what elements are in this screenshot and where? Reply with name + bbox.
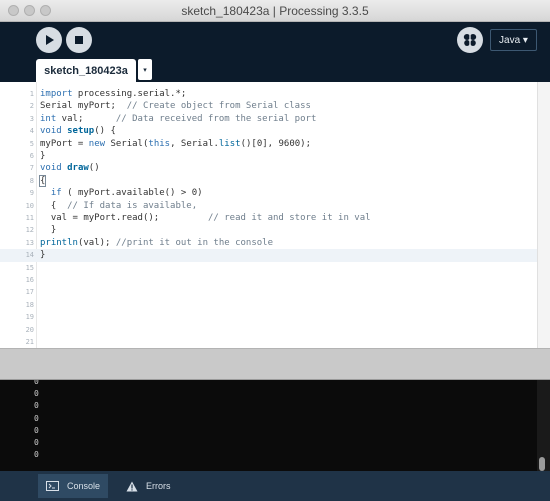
code-line[interactable]: 6}: [0, 150, 537, 162]
stop-button[interactable]: [66, 27, 92, 53]
editor-scrollbar[interactable]: [537, 82, 550, 348]
code-line[interactable]: 1 import processing.serial.*;: [0, 88, 537, 100]
code-text: }: [40, 151, 46, 161]
terminal-icon: [46, 481, 59, 491]
code-text: if ( myPort.available() > 0): [50, 188, 203, 199]
toolbar: Java ▾: [0, 22, 550, 58]
console-line: 0: [34, 450, 39, 460]
code-text: int val; // Data received from the seria…: [40, 113, 317, 124]
bottom-bar: Console Errors: [0, 471, 550, 501]
line-number: 5: [29, 139, 34, 148]
code-line[interactable]: 14}: [0, 249, 537, 262]
title-bar: sketch_180423a | Processing 3.3.5: [0, 0, 550, 22]
mode-selector[interactable]: Java ▾: [490, 29, 537, 51]
line-number: 1: [29, 90, 34, 98]
warning-icon: [126, 481, 138, 491]
code-text: }: [40, 250, 46, 261]
line-number: 15: [25, 263, 34, 272]
line-number: 18: [25, 300, 34, 309]
tab-errors[interactable]: Errors: [126, 474, 186, 498]
line-number: 20: [25, 325, 34, 334]
console-line: 0: [34, 438, 39, 447]
line-number: 19: [25, 313, 34, 322]
butterfly-debug-icon: [463, 34, 477, 46]
line-number: 2: [29, 102, 34, 111]
code-line[interactable]: 15: [0, 262, 537, 274]
code-text: void draw(): [40, 163, 100, 174]
play-icon: [46, 35, 54, 45]
code-editor[interactable]: 1 import processing.serial.*; 2 Serial myPo…: [0, 82, 537, 348]
code-text: val = myPort.read(); // read it and stor…: [40, 213, 371, 223]
code-text: Serial myPort; // Create object from Ser…: [40, 101, 311, 112]
code-line[interactable]: 7 void draw(): [0, 162, 537, 174]
console-line: 0: [34, 413, 39, 423]
code-text: }: [40, 225, 57, 236]
code-text: println(val); //print it out in the cons…: [40, 237, 274, 248]
code-text: { // If data is available,: [40, 200, 198, 211]
stop-icon: [75, 36, 83, 44]
code-text: import processing.serial.*;: [40, 89, 187, 99]
console-line: 0: [34, 380, 39, 386]
line-number: 10: [25, 201, 34, 210]
code-line[interactable]: 12 }: [0, 224, 537, 236]
run-button[interactable]: [36, 27, 62, 53]
code-line[interactable]: 20: [0, 324, 537, 336]
code-text: myPort = new Serial(this, Serial.list()[…: [40, 138, 312, 149]
errors-tab-label: Errors: [146, 481, 171, 491]
code-line[interactable]: 11 val = myPort.read(); // read it and s…: [0, 212, 537, 224]
tab-console[interactable]: Console: [38, 474, 108, 498]
processing-window: sketch_180423a | Processing 3.3.5 Java ▾…: [0, 0, 550, 501]
line-number: 4: [29, 127, 34, 136]
console-scrollbar-thumb[interactable]: [539, 457, 545, 471]
code-text: void setup() {: [40, 126, 116, 137]
console-output: 0 0 0 0 0 0 0: [0, 380, 550, 471]
window-title: sketch_180423a | Processing 3.3.5: [181, 4, 369, 18]
line-number: 3: [29, 114, 34, 123]
console-line: 0: [34, 389, 39, 399]
code-line[interactable]: 10 { // If data is available,: [0, 200, 537, 212]
code-line[interactable]: 3 int val; // Data received from the seri…: [0, 113, 537, 125]
code-line[interactable]: 19: [0, 311, 537, 323]
line-number: 9: [29, 189, 34, 198]
code-line[interactable]: 8{: [0, 174, 537, 187]
message-area: [0, 348, 550, 380]
code-line[interactable]: 13 println(val); //print it out in the co…: [0, 237, 537, 249]
code-line[interactable]: 4 void setup() {: [0, 125, 537, 137]
code-line[interactable]: 17: [0, 286, 537, 298]
line-number: 7: [29, 164, 34, 173]
code-text: {: [38, 174, 47, 187]
code-line[interactable]: 9 if ( myPort.available() > 0): [0, 187, 537, 199]
line-number: 13: [25, 238, 34, 247]
code-line[interactable]: 16: [0, 274, 537, 286]
tab-sketch[interactable]: sketch_180423a: [36, 59, 136, 82]
line-number: 21: [25, 338, 34, 346]
code-line[interactable]: 2 Serial myPort; // Create object from Se…: [0, 100, 537, 112]
line-number: 8: [29, 176, 34, 185]
tab-menu-button[interactable]: ▾: [138, 59, 152, 80]
line-number: 11: [25, 214, 34, 222]
console-line: 0: [34, 401, 39, 411]
tab-strip: sketch_180423a ▾: [0, 58, 550, 82]
console-line: 0: [34, 425, 39, 435]
line-number: 6: [29, 152, 34, 160]
console-tab-label: Console: [67, 481, 101, 491]
code-line[interactable]: 21: [0, 336, 537, 348]
line-number: 12: [25, 226, 34, 235]
debug-button[interactable]: [457, 27, 483, 53]
code-line[interactable]: 18: [0, 299, 537, 311]
line-number: 17: [25, 288, 34, 297]
code-line[interactable]: 5 myPort = new Serial(this, Serial.list()…: [0, 138, 537, 150]
line-number: 14: [25, 251, 34, 260]
line-number: 16: [25, 276, 34, 284]
